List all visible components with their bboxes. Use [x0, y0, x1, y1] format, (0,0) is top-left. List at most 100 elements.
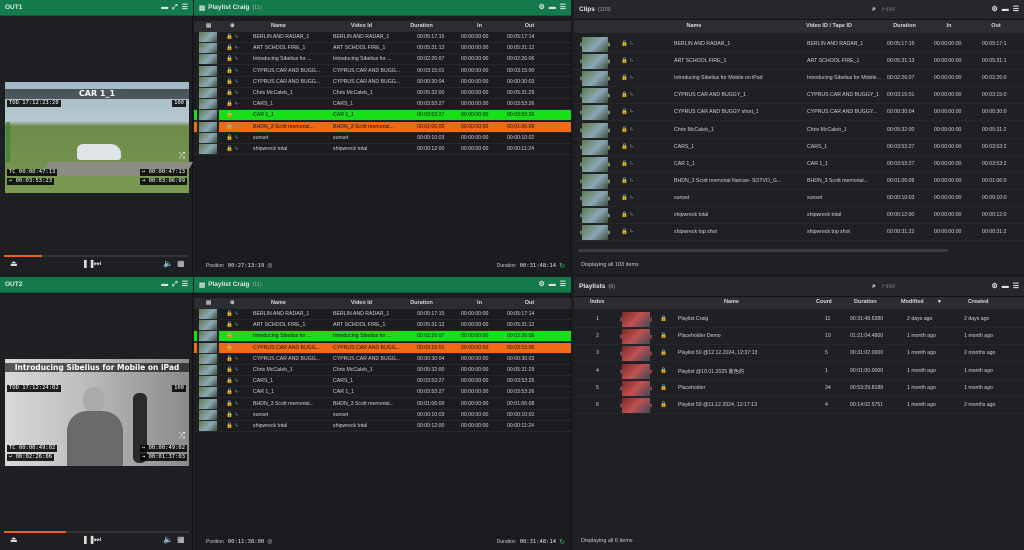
- table-row[interactable]: 🔒 ϟ Introducing Sibelius for Mobile on iPa…: [574, 70, 1024, 88]
- clips-scrollbar[interactable]: [578, 249, 948, 252]
- table-row[interactable]: 🔒 ϟ Chris McCaleb_1 Chris McCaleb_1 00:05:32…: [194, 365, 571, 376]
- menu-icon[interactable]: ☰: [182, 4, 188, 12]
- minimize-icon[interactable]: ▬: [1002, 6, 1009, 14]
- bolt-icon[interactable]: ϟ: [235, 34, 238, 40]
- table-row[interactable]: 🔒 ϟ CAR 1_1 CAR 1_1 00:03:53:27 00:00:00:00 00…: [194, 387, 571, 399]
- col-header-out[interactable]: Out: [976, 23, 1016, 29]
- bolt-icon[interactable]: ϟ: [630, 229, 633, 235]
- lock-icon[interactable]: 🔒: [226, 333, 233, 339]
- bolt-icon[interactable]: ϟ: [235, 333, 238, 339]
- table-row[interactable]: 🔒 ϟ CARS_1 CARS_1 00:03:53:27 00:00:00:00 00:0…: [194, 99, 571, 111]
- lock-icon[interactable]: 🔒: [621, 178, 628, 184]
- playlists-filter-input[interactable]: [882, 281, 962, 293]
- lock-icon[interactable]: 🔒: [660, 385, 667, 391]
- table-row[interactable]: 🔒 ϟ ART SCHOOL FIRE_1 ART SCHOOL FIRE_1 00:0…: [194, 43, 571, 55]
- calendar-icon[interactable]: ▦: [177, 259, 185, 268]
- col-header-dur[interactable]: Duration: [394, 23, 449, 29]
- bolt-icon[interactable]: ϟ: [630, 41, 633, 47]
- table-row[interactable]: 🔒 ϟ ART SCHOOL FIRE_1 ART SCHOOL FIRE_1 00:0…: [574, 53, 1024, 71]
- bolt-icon[interactable]: ϟ: [630, 144, 633, 150]
- table-row[interactable]: 🔒 ϟ CYPRUS CAR AND BUGG... CYPRUS CAR AND B…: [194, 65, 571, 77]
- lock-icon[interactable]: 🔒: [226, 124, 233, 130]
- lock-icon[interactable]: 🔒: [226, 378, 233, 384]
- table-row[interactable]: 🔒 ϟ ART SCHOOL FIRE_1 ART SCHOOL FIRE_1 00:0…: [194, 320, 571, 332]
- col-header-in[interactable]: In: [452, 300, 507, 306]
- minimize-icon[interactable]: ▬: [1002, 283, 1009, 291]
- col-header-name[interactable]: Name: [669, 23, 719, 29]
- lock-icon[interactable]: 🔒: [621, 109, 628, 115]
- col-header-vid[interactable]: Video Id: [334, 23, 389, 29]
- lock-icon[interactable]: 🔒: [226, 311, 233, 317]
- table-row[interactable]: 🔒 ϟ sunset sunset 00:00:10:03 00:00:00:00 00:0…: [194, 409, 571, 421]
- lock-icon[interactable]: 🔒: [226, 68, 233, 74]
- calendar-icon[interactable]: ▦: [177, 535, 185, 544]
- bolt-icon[interactable]: ϟ: [235, 356, 238, 362]
- lock-icon[interactable]: 🔒: [226, 345, 233, 351]
- col-header-dur[interactable]: Duration: [882, 23, 927, 29]
- out2-progress[interactable]: [4, 531, 189, 533]
- lock-icon[interactable]: 🔒: [660, 333, 667, 339]
- table-row[interactable]: 🔒 ϟ BERLIN AND RADAR_1 BERLIN AND RADAR_1 00…: [194, 32, 571, 43]
- minimize-icon[interactable]: ▬: [161, 281, 168, 289]
- table-row[interactable]: 1 🔒 Playlist Craig 11 00:31:48.6380 2 days ag…: [574, 311, 1024, 328]
- lock-icon[interactable]: 🔒: [226, 412, 233, 418]
- lock-icon[interactable]: 🔒: [226, 356, 233, 362]
- table-row[interactable]: 🔒 ϟ CAR 1_1 CAR 1_1 00:03:53:27 00:00:00:00 00…: [194, 110, 571, 122]
- table-row[interactable]: 🔒 ϟ CAR 1_1 CAR 1_1 00:03:53:27 00:00:00:00 00…: [574, 156, 1024, 173]
- col-header-out[interactable]: Out: [502, 23, 557, 29]
- bolt-icon[interactable]: ϟ: [235, 101, 238, 107]
- table-row[interactable]: 🔒 ϟ CYPRUS CAR AND BUGGY_1 CYPRUS CAR AND B…: [574, 87, 1024, 105]
- bolt-icon[interactable]: ϟ: [235, 146, 238, 152]
- col-header-dur[interactable]: Duration: [854, 299, 884, 305]
- lock-icon[interactable]: 🔒: [226, 423, 233, 429]
- lock-icon[interactable]: 🔒: [621, 127, 628, 133]
- lock-icon[interactable]: 🔒: [226, 389, 233, 395]
- table-row[interactable]: 🔒 ϟ CYPRUS CAR AND BUGG... CYPRUS CAR AND B…: [194, 342, 571, 354]
- refresh-icon[interactable]: ↻: [559, 538, 565, 546]
- bolt-icon[interactable]: ϟ: [235, 135, 238, 141]
- lock-icon[interactable]: 🔒: [621, 92, 628, 98]
- table-row[interactable]: 5 🔒 Placeholder 34 00:53:29.8188 1 month ago 1…: [574, 380, 1024, 397]
- col-header-vid[interactable]: Video Id: [334, 300, 389, 306]
- lock-icon[interactable]: 🔒: [660, 368, 667, 374]
- col-header-count[interactable]: Count: [816, 299, 841, 305]
- table-row[interactable]: 2 🔒 Placeholder Demo 10 01:21:04.4800 1 month…: [574, 328, 1024, 346]
- table-row[interactable]: 🔒 ϟ Chris McCaleb_1 Chris McCaleb_1 00:05:32…: [194, 88, 571, 99]
- table-row[interactable]: 🔒 ϟ sunset sunset 00:00:10:03 00:00:00:00 00:0…: [574, 190, 1024, 207]
- col-header-created[interactable]: Created: [968, 299, 998, 305]
- table-row[interactable]: 🔒 ϟ Chris McCaleb_1 Chris McCaleb_1 00:05:32…: [574, 122, 1024, 139]
- bolt-icon[interactable]: ϟ: [235, 322, 238, 328]
- eject-icon[interactable]: ⏏: [10, 259, 18, 268]
- menu-icon[interactable]: ☰: [560, 281, 566, 289]
- bolt-icon[interactable]: ϟ: [235, 412, 238, 418]
- target-icon[interactable]: ◎: [267, 262, 272, 269]
- refresh-icon[interactable]: ↻: [559, 262, 565, 270]
- bolt-icon[interactable]: ϟ: [630, 195, 633, 201]
- bolt-icon[interactable]: ϟ: [235, 389, 238, 395]
- bolt-icon[interactable]: ϟ: [630, 127, 633, 133]
- table-row[interactable]: 🔒 ϟ BHDN_3 Scott memorial... BHDN_3 Scott m…: [194, 398, 571, 410]
- menu-icon[interactable]: ☰: [560, 4, 566, 12]
- minimize-icon[interactable]: ▬: [161, 4, 168, 12]
- bolt-icon[interactable]: ϟ: [630, 212, 633, 218]
- table-row[interactable]: 3 🔒 Playlist 50 @12.12.2024, 12:37:13 5 00:3…: [574, 345, 1024, 363]
- col-header-dur[interactable]: Duration: [394, 300, 449, 306]
- skip-icon[interactable]: ⏭: [94, 259, 101, 269]
- bolt-icon[interactable]: ϟ: [235, 345, 238, 351]
- bolt-icon[interactable]: ϟ: [235, 45, 238, 51]
- maximize-icon[interactable]: ⤢: [172, 281, 178, 289]
- table-row[interactable]: 🔒 ϟ CYPRUS CAR AND BUGGY short_1 CYPRUS CAR…: [574, 104, 1024, 122]
- lock-icon[interactable]: 🔒: [621, 229, 628, 235]
- lock-icon[interactable]: 🔒: [621, 58, 628, 64]
- lock-icon[interactable]: 🔒: [226, 401, 233, 407]
- lock-icon[interactable]: 🔒: [226, 90, 233, 96]
- table-row[interactable]: 🔒 ϟ shipwreck total shipwreck total 00:00:12…: [574, 207, 1024, 224]
- target-icon[interactable]: ◎: [267, 538, 272, 545]
- menu-icon[interactable]: ☰: [1013, 283, 1019, 291]
- table-row[interactable]: 6 🔒 Playlist 59 @11.12.2024, 12:17:13 4 00:1…: [574, 397, 1024, 414]
- settings-icon[interactable]: ⚙: [538, 281, 544, 289]
- settings-icon[interactable]: ⚙: [538, 4, 544, 12]
- table-row[interactable]: 🔒 ϟ shipwreck total shipwreck total 00:00:12…: [194, 144, 571, 155]
- lock-icon[interactable]: 🔒: [226, 56, 233, 62]
- bolt-icon[interactable]: ϟ: [630, 92, 633, 98]
